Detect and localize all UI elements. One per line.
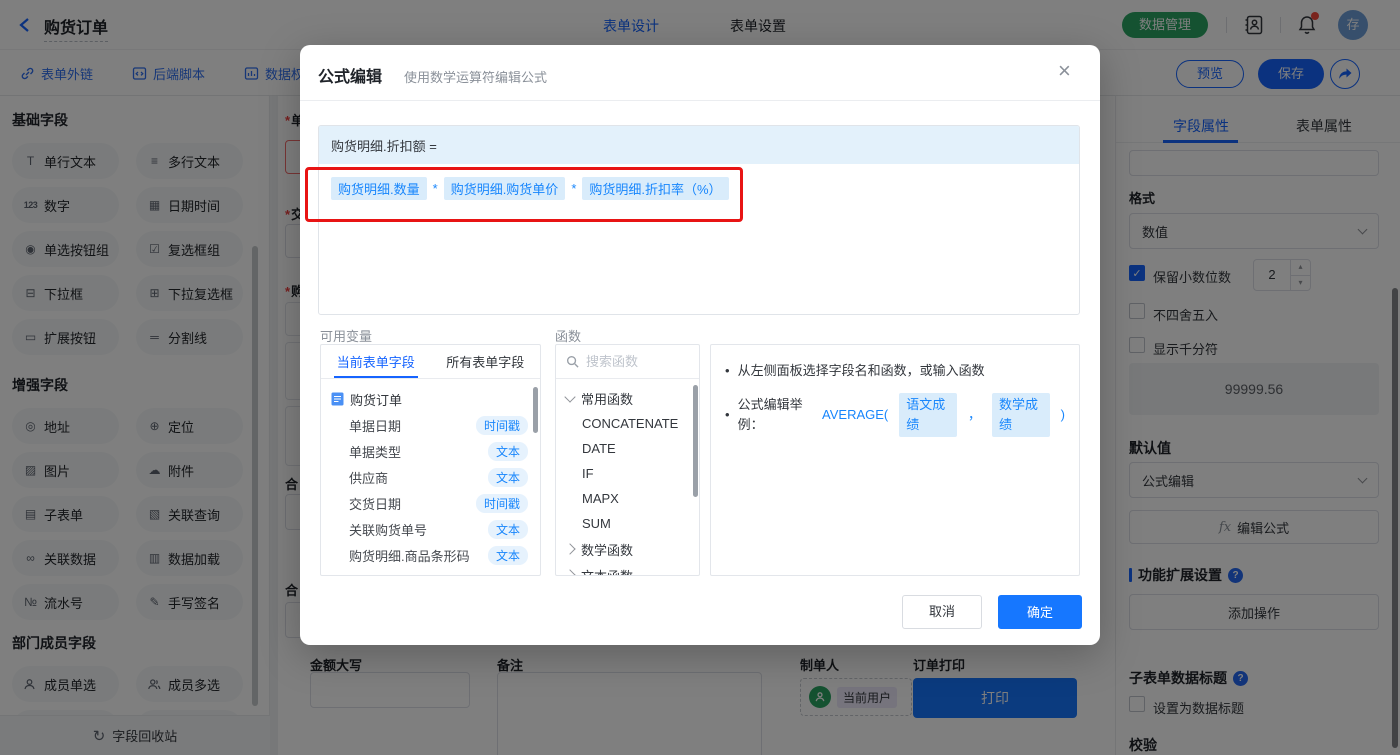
example-function-close: ) <box>1060 407 1066 422</box>
tab-all-form-fields[interactable]: 所有表单字段 <box>431 345 541 378</box>
formula-target: 购货明细.折扣额 = <box>319 126 1079 164</box>
search-icon <box>566 355 579 368</box>
variable-row[interactable]: 交货日期 时间戳 <box>321 490 540 516</box>
functions-panel-label: 函数 <box>555 329 582 344</box>
close-icon[interactable]: × <box>1058 60 1071 82</box>
type-badge: 文本 <box>487 467 528 487</box>
function-group-common[interactable]: 常用函数 <box>556 385 699 411</box>
function-item[interactable]: SUM <box>556 511 699 536</box>
modal-title: 公式编辑 <box>318 69 383 86</box>
form-doc-icon <box>331 392 344 406</box>
modal-subtitle: 使用数学运算符编辑公式 <box>404 70 548 85</box>
variables-tabs: 当前表单字段 所有表单字段 <box>321 345 540 379</box>
example-function-open: AVERAGE( <box>822 407 889 422</box>
example-arg-chip: 语文成绩 <box>899 393 957 437</box>
help-tip-2: 公式编辑举例：AVERAGE(语文成绩，数学成绩) <box>725 393 1065 437</box>
function-item[interactable]: CONCATENATE <box>556 411 699 436</box>
formula-help-panel: 从左侧面板选择字段名和函数，或输入函数 公式编辑举例：AVERAGE(语文成绩，… <box>710 344 1080 576</box>
variable-row[interactable]: 单据类型 文本 <box>321 438 540 464</box>
function-search-input[interactable] <box>586 354 686 369</box>
modal-header-divider <box>300 100 1100 101</box>
function-search[interactable] <box>556 345 699 379</box>
variables-panel-label: 可用变量 <box>320 329 373 344</box>
example-comma: ， <box>967 407 981 422</box>
type-badge: 文本 <box>487 441 528 461</box>
variable-row[interactable]: 单据日期 时间戳 <box>321 412 540 438</box>
example-arg-chip: 数学成绩 <box>991 393 1050 437</box>
variable-row[interactable]: 关联购货单号 文本 <box>321 516 540 542</box>
variables-scrollbar[interactable] <box>533 387 538 433</box>
annotation-highlight-box <box>305 167 743 222</box>
function-item[interactable]: IF <box>556 461 699 486</box>
variable-tree-root[interactable]: 购货订单 <box>321 386 540 412</box>
type-badge: 时间戳 <box>475 415 528 435</box>
functions-scrollbar[interactable] <box>693 385 698 497</box>
app-root: 购货订单 表单设计 表单设置 数据管理 存 <box>0 0 1400 755</box>
formula-editor-modal: 公式编辑 使用数学运算符编辑公式 × 购货明细.折扣额 = 购货明细.数量 * … <box>300 45 1100 645</box>
function-group-math[interactable]: 数学函数 <box>556 536 699 562</box>
type-badge: 时间戳 <box>475 493 528 513</box>
tab-current-form-fields[interactable]: 当前表单字段 <box>321 345 431 378</box>
chevron-open-icon <box>564 390 576 403</box>
function-group-text[interactable]: 文本函数 <box>556 562 699 575</box>
variables-panel: 当前表单字段 所有表单字段 购货订单 单据日期 时间戳 单据类型 文本 供应商 文本 … <box>320 344 541 576</box>
function-item[interactable]: DATE <box>556 436 699 461</box>
help-tip-1: 从左侧面板选择字段名和函数，或输入函数 <box>725 361 1065 381</box>
chevron-closed-icon <box>564 569 576 575</box>
functions-panel: 常用函数 CONCATENATE DATE IF MAPX SUM 数学函数 文… <box>555 344 700 576</box>
type-badge: 文本 <box>487 545 528 565</box>
variable-row[interactable]: 购货明细.商品条形码 文本 <box>321 542 540 568</box>
chevron-closed-icon <box>564 543 576 555</box>
confirm-button[interactable]: 确定 <box>998 595 1082 629</box>
cancel-button[interactable]: 取消 <box>902 595 982 629</box>
variable-row[interactable]: 供应商 文本 <box>321 464 540 490</box>
function-item[interactable]: MAPX <box>556 486 699 511</box>
type-badge: 文本 <box>487 519 528 539</box>
